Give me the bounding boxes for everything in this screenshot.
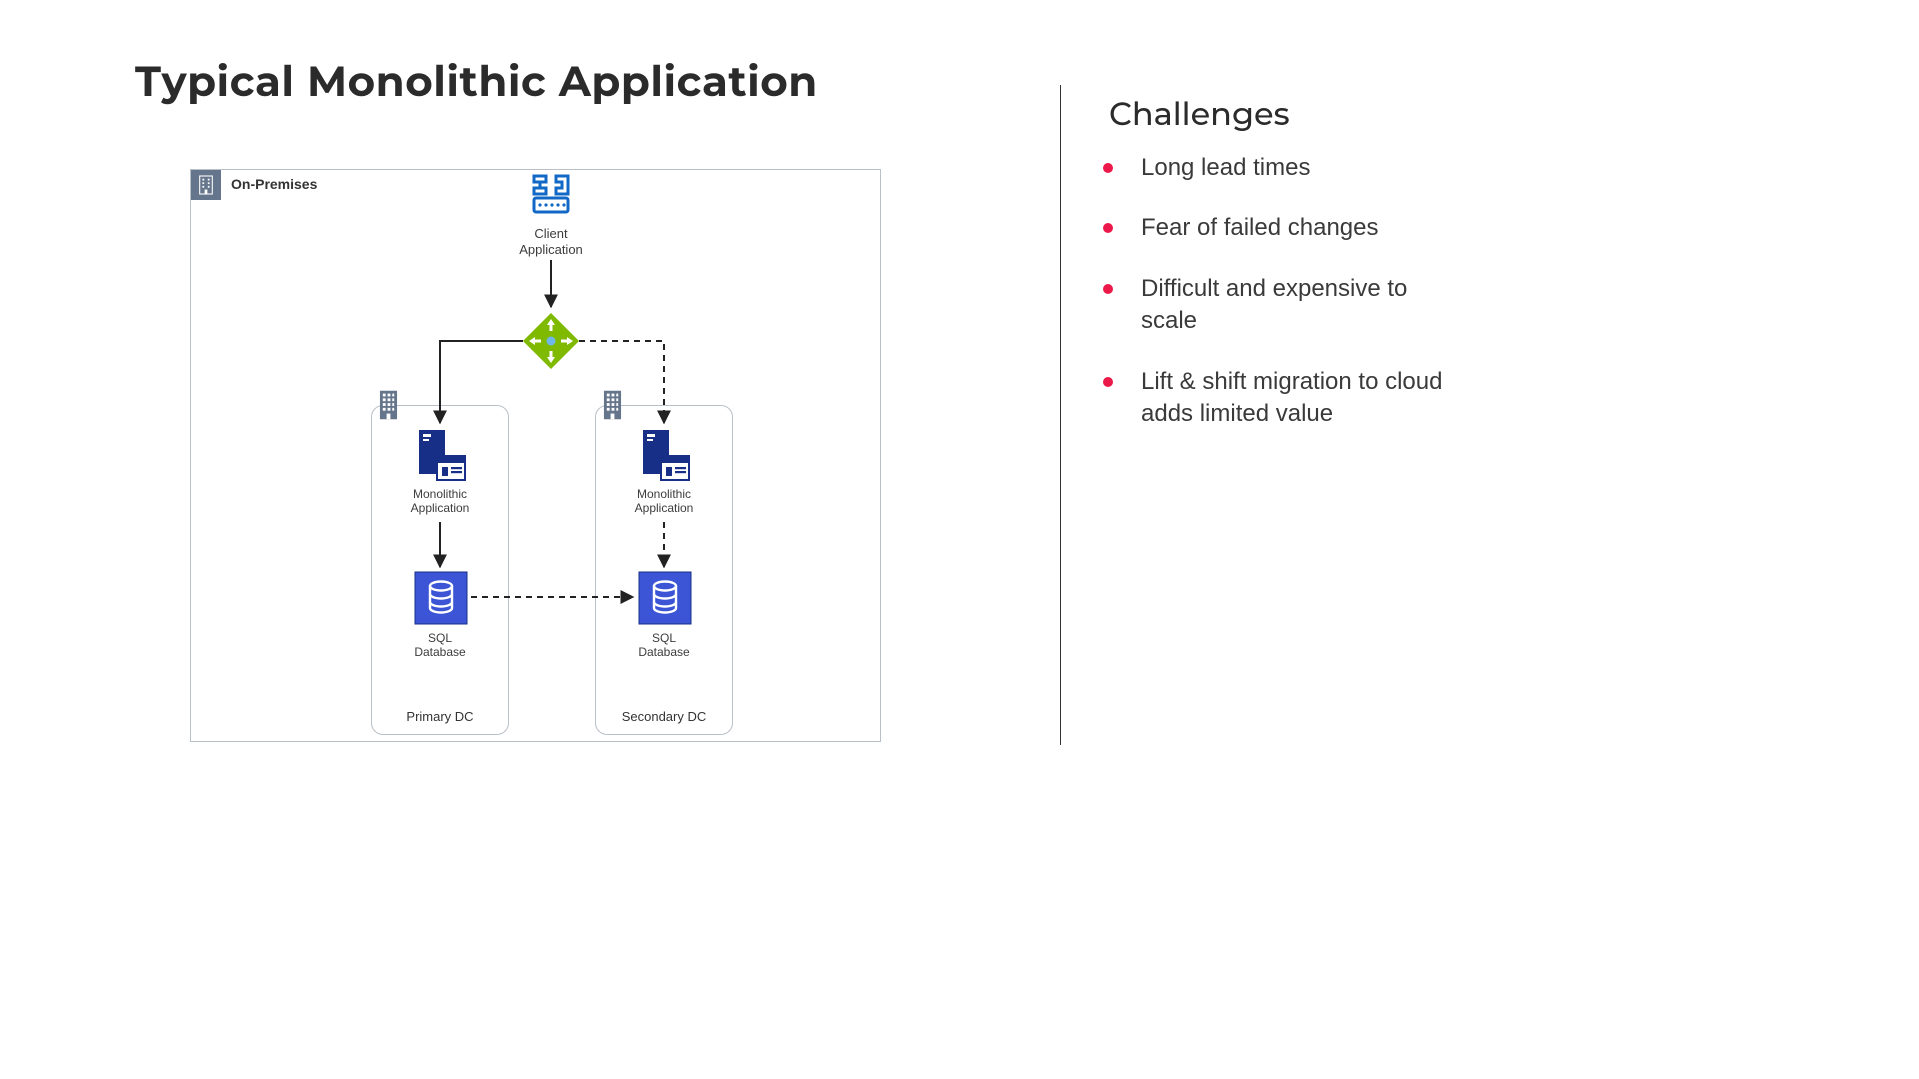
page-title: Typical Monolithic Application	[135, 55, 818, 107]
diagram-container: On-Premises Client A	[190, 169, 881, 742]
sql-database-icon	[414, 571, 468, 630]
list-item: Long lead times	[1095, 152, 1455, 184]
challenge-text: Long lead times	[1141, 152, 1310, 184]
bullet-icon	[1103, 377, 1113, 387]
list-item: Lift & shift migration to cloud adds lim…	[1095, 366, 1455, 431]
client-application-icon	[521, 174, 581, 219]
vertical-divider	[1060, 85, 1061, 745]
challenges-heading: Challenges	[1095, 95, 1455, 134]
router-icon	[521, 311, 581, 371]
office-icon	[603, 389, 622, 421]
secondary-dc-box: Monolithic Application SQL Database Seco…	[595, 405, 733, 735]
monolithic-app-icon	[636, 428, 694, 488]
slide: Typical Monolithic Application Challenge…	[0, 0, 1919, 1079]
primary-db-label: SQL Database	[372, 632, 508, 660]
bullet-icon	[1103, 163, 1113, 173]
building-icon	[197, 174, 215, 196]
list-item: Difficult and expensive to scale	[1095, 273, 1455, 338]
challenge-text: Lift & shift migration to cloud adds lim…	[1141, 366, 1455, 431]
onprem-badge	[191, 170, 221, 200]
challenges-panel: Challenges Long lead times Fear of faile…	[1095, 95, 1455, 458]
onprem-label: On-Premises	[231, 176, 317, 192]
challenge-text: Difficult and expensive to scale	[1141, 273, 1455, 338]
challenge-text: Fear of failed changes	[1141, 212, 1378, 244]
sql-database-icon	[638, 571, 692, 630]
monolithic-app-icon	[412, 428, 470, 488]
bullet-icon	[1103, 284, 1113, 294]
secondary-dc-title: Secondary DC	[596, 709, 732, 724]
client-application-label: Client Application	[491, 226, 611, 257]
challenges-list: Long lead times Fear of failed changes D…	[1095, 152, 1455, 430]
secondary-db-label: SQL Database	[596, 632, 732, 660]
primary-dc-box: Monolithic Application SQL Database Prim…	[371, 405, 509, 735]
secondary-app-label: Monolithic Application	[596, 488, 732, 516]
bullet-icon	[1103, 223, 1113, 233]
primary-app-label: Monolithic Application	[372, 488, 508, 516]
primary-dc-title: Primary DC	[372, 709, 508, 724]
office-icon	[379, 389, 398, 421]
list-item: Fear of failed changes	[1095, 212, 1455, 244]
